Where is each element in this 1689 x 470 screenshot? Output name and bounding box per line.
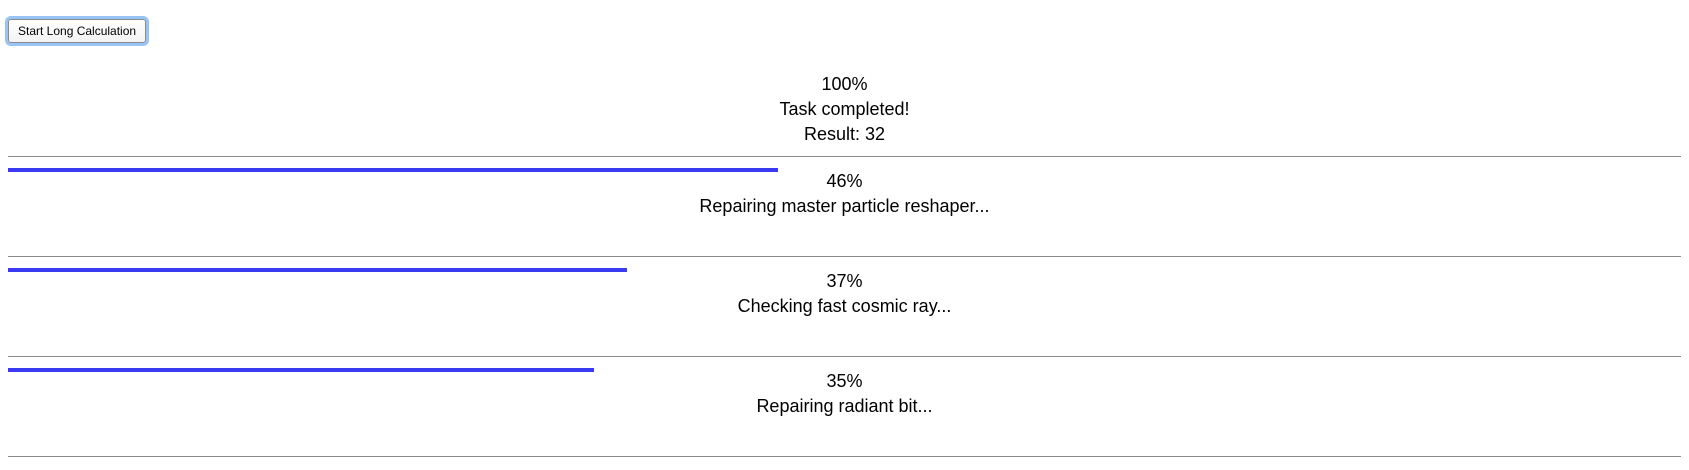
task-result: Result: 32 bbox=[803, 124, 886, 144]
task-item: 100% Task completed! Result: 32 bbox=[8, 70, 1681, 157]
task-item: 37% Checking fast cosmic ray... bbox=[8, 257, 1681, 357]
task-status: Repairing master particle reshaper... bbox=[699, 196, 990, 216]
task-text: 37% Checking fast cosmic ray... bbox=[8, 269, 1681, 319]
task-list: 100% Task completed! Result: 32 46% Repa… bbox=[8, 70, 1681, 457]
start-long-calculation-button[interactable]: Start Long Calculation bbox=[8, 19, 147, 43]
task-status: Task completed! bbox=[779, 99, 910, 119]
task-percent: 37% bbox=[826, 271, 863, 291]
task-text: 100% Task completed! Result: 32 bbox=[8, 72, 1681, 147]
task-text: 35% Repairing radiant bit... bbox=[8, 369, 1681, 419]
task-text: 46% Repairing master particle reshaper..… bbox=[8, 169, 1681, 219]
task-percent: 35% bbox=[826, 371, 863, 391]
task-percent: 100% bbox=[821, 74, 868, 94]
task-item: 46% Repairing master particle reshaper..… bbox=[8, 157, 1681, 257]
task-item: 35% Repairing radiant bit... bbox=[8, 357, 1681, 457]
task-status: Checking fast cosmic ray... bbox=[737, 296, 952, 316]
task-percent: 46% bbox=[826, 171, 863, 191]
task-status: Repairing radiant bit... bbox=[756, 396, 933, 416]
